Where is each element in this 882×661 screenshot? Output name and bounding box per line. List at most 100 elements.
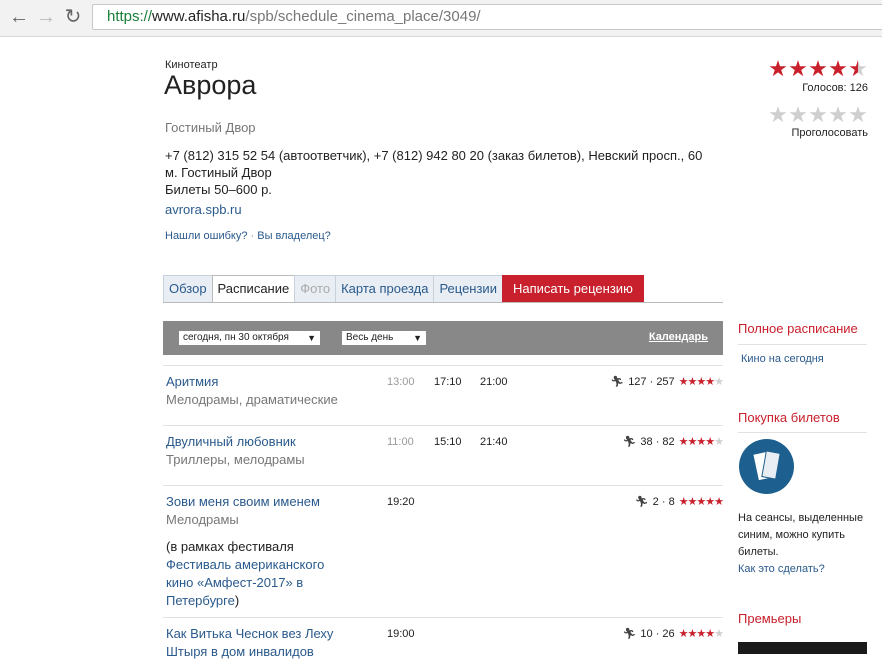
page-title: Аврора [164, 70, 257, 100]
write-review-button[interactable]: Написать рецензию [501, 275, 644, 302]
session-time[interactable]: 21:40 [480, 436, 508, 448]
report-separator: · [250, 230, 255, 242]
today-movies-link[interactable]: Кино на сегодня [741, 353, 824, 365]
sidebar-divider [738, 344, 867, 345]
tabs-divider [163, 302, 723, 303]
film-rating: 🏃︎ 2 · 8 ★★★★★ [634, 495, 724, 509]
report-links: Нашли ошибку? · Вы владелец? [165, 230, 331, 242]
dropdown-arrow-icon: ▼ [413, 333, 422, 343]
venue-rating-stars: ★ ★ ★ ★ ★ [768, 58, 868, 80]
tab-schedule[interactable]: Расписание [211, 275, 296, 303]
film-row: Зови меня своим именем Мелодрамы 19:20 🏃… [163, 485, 724, 618]
rating-counts: 2 · 8 [652, 495, 675, 508]
film-genre: Мелодрамы, драматические [166, 392, 338, 407]
url-scheme: https:// [107, 8, 153, 25]
rating-stars-icon: ★★★★★ [678, 436, 724, 448]
venue-district: Гостиный Двор [165, 120, 256, 135]
contacts-metro: м. Гостиный Двор [165, 165, 272, 180]
film-row: Аритмия Мелодрамы, драматические 13:00 1… [163, 365, 724, 426]
film-title-link[interactable]: Как Витька Чеснок вез Леху Штыря в дом и… [166, 625, 356, 661]
venue-tabs: Обзор Расписание Фото Карта проезда Реце… [163, 275, 644, 303]
star-outline-icon[interactable]: ★ [848, 104, 868, 126]
runner-icon: 🏃︎ [610, 376, 625, 388]
contacts-phones-address: +7 (812) 315 52 54 (автоответчик), +7 (8… [165, 148, 703, 163]
full-schedule-heading: Полное расписание [738, 321, 858, 336]
session-time[interactable]: 17:10 [434, 376, 462, 388]
calendar-link[interactable]: Календарь [649, 331, 708, 343]
report-error-link[interactable]: Нашли ошибку? [165, 230, 247, 242]
venue-website-link[interactable]: avrora.spb.ru [165, 202, 242, 217]
rating-counts: 38 · 82 [640, 435, 675, 448]
film-row: Двуличный любовник Триллеры, мелодрамы 1… [163, 425, 724, 486]
votes-count: Голосов: 126 [802, 82, 868, 94]
session-time[interactable]: 21:00 [480, 376, 508, 388]
back-arrow-icon[interactable]: ← [8, 6, 30, 28]
tickets-heading: Покупка билетов [738, 410, 840, 425]
film-row: Как Витька Чеснок вез Леху Штыря в дом и… [163, 617, 724, 661]
runner-icon: 🏃︎ [634, 496, 649, 508]
film-genre: Триллеры, мелодрамы [166, 452, 305, 467]
dropdown-arrow-icon: ▼ [307, 333, 316, 343]
period-select[interactable]: Весь день ▼ [342, 331, 426, 345]
tab-reviews[interactable]: Рецензии [433, 275, 503, 302]
ticket-icon [739, 439, 794, 494]
owner-link[interactable]: Вы владелец? [257, 230, 331, 242]
half-star-icon: ★ [848, 56, 868, 81]
schedule-filter-bar: сегодня, пн 30 октября ▼ Весь день ▼ Кал… [163, 321, 723, 355]
rating-counts: 10 · 26 [640, 627, 675, 640]
runner-icon: 🏃︎ [622, 436, 637, 448]
runner-icon: 🏃︎ [622, 628, 637, 640]
session-time[interactable]: 15:10 [434, 436, 462, 448]
url-path: /spb/schedule_cinema_place/3049/ [245, 8, 481, 25]
star-outline-icon[interactable]: ★ [768, 104, 788, 126]
star-icon: ★ [828, 56, 848, 81]
ticket-icon-graphic [753, 450, 781, 481]
browser-toolbar: ← → ↻ https://www.afisha.ru/spb/schedule… [0, 0, 882, 37]
date-select-value: сегодня, пн 30 октября [183, 332, 289, 343]
star-icon: ★ [788, 56, 808, 81]
star-outline-icon[interactable]: ★ [808, 104, 828, 126]
vote-link[interactable]: Проголосовать [791, 127, 868, 139]
film-rating: 🏃︎ 10 · 26 ★★★★★ [622, 627, 724, 641]
contacts-prices: Билеты 50–600 р. [165, 182, 272, 197]
festival-note-suffix: ) [234, 593, 240, 608]
session-time[interactable]: 19:00 [387, 628, 415, 640]
film-title-link[interactable]: Аритмия [166, 373, 218, 391]
star-icon: ★ [768, 56, 788, 81]
star-outline-icon[interactable]: ★ [828, 104, 848, 126]
film-title-link[interactable]: Зови меня своим именем [166, 493, 320, 511]
festival-link[interactable]: Фестиваль американского кино «Амфест-201… [166, 557, 324, 608]
tab-photo: Фото [294, 275, 337, 302]
festival-note: (в рамках фестиваля Фестиваль американск… [166, 538, 346, 610]
address-bar[interactable]: https://www.afisha.ru/spb/schedule_cinem… [92, 4, 882, 30]
film-rating: 🏃︎ 127 · 257 ★★★★★ [610, 375, 724, 389]
sidebar-divider [738, 432, 867, 433]
reload-icon[interactable]: ↻ [62, 6, 84, 28]
tab-map[interactable]: Карта проезда [335, 275, 435, 302]
date-select[interactable]: сегодня, пн 30 октября ▼ [179, 331, 320, 345]
star-outline-icon[interactable]: ★ [788, 104, 808, 126]
session-time[interactable]: 19:20 [387, 496, 415, 508]
rating-stars-icon: ★★★★★ [678, 376, 724, 388]
rating-counts: 127 · 257 [628, 375, 675, 388]
forward-arrow-icon[interactable]: → [35, 6, 57, 28]
rating-stars-icon: ★★★★★ [678, 496, 724, 508]
star-icon: ★ [808, 56, 828, 81]
premiere-poster[interactable] [738, 642, 867, 654]
tab-overview[interactable]: Обзор [163, 275, 213, 302]
vote-stars[interactable]: ★ ★ ★ ★ ★ [768, 104, 868, 126]
film-title-link[interactable]: Двуличный любовник [166, 433, 296, 451]
tickets-info: На сеансы, выделенные синим, можно купит… [738, 510, 873, 578]
premieres-heading: Премьеры [738, 611, 802, 626]
film-rating: 🏃︎ 38 · 82 ★★★★★ [622, 435, 724, 449]
how-to-buy-link[interactable]: Как это сделать? [738, 563, 825, 575]
rating-stars-icon: ★★★★★ [678, 628, 724, 640]
tickets-info-text: На сеансы, выделенные синим, можно купит… [738, 512, 864, 558]
festival-note-prefix: (в рамках фестиваля [166, 539, 294, 554]
venue-contacts: +7 (812) 315 52 54 (автоответчик), +7 (8… [165, 147, 713, 198]
session-time: 11:00 [387, 436, 414, 448]
film-genre: Мелодрамы [166, 512, 239, 527]
period-select-value: Весь день [346, 332, 394, 343]
url-host: www.afisha.ru [152, 8, 246, 25]
session-time: 13:00 [387, 376, 415, 388]
